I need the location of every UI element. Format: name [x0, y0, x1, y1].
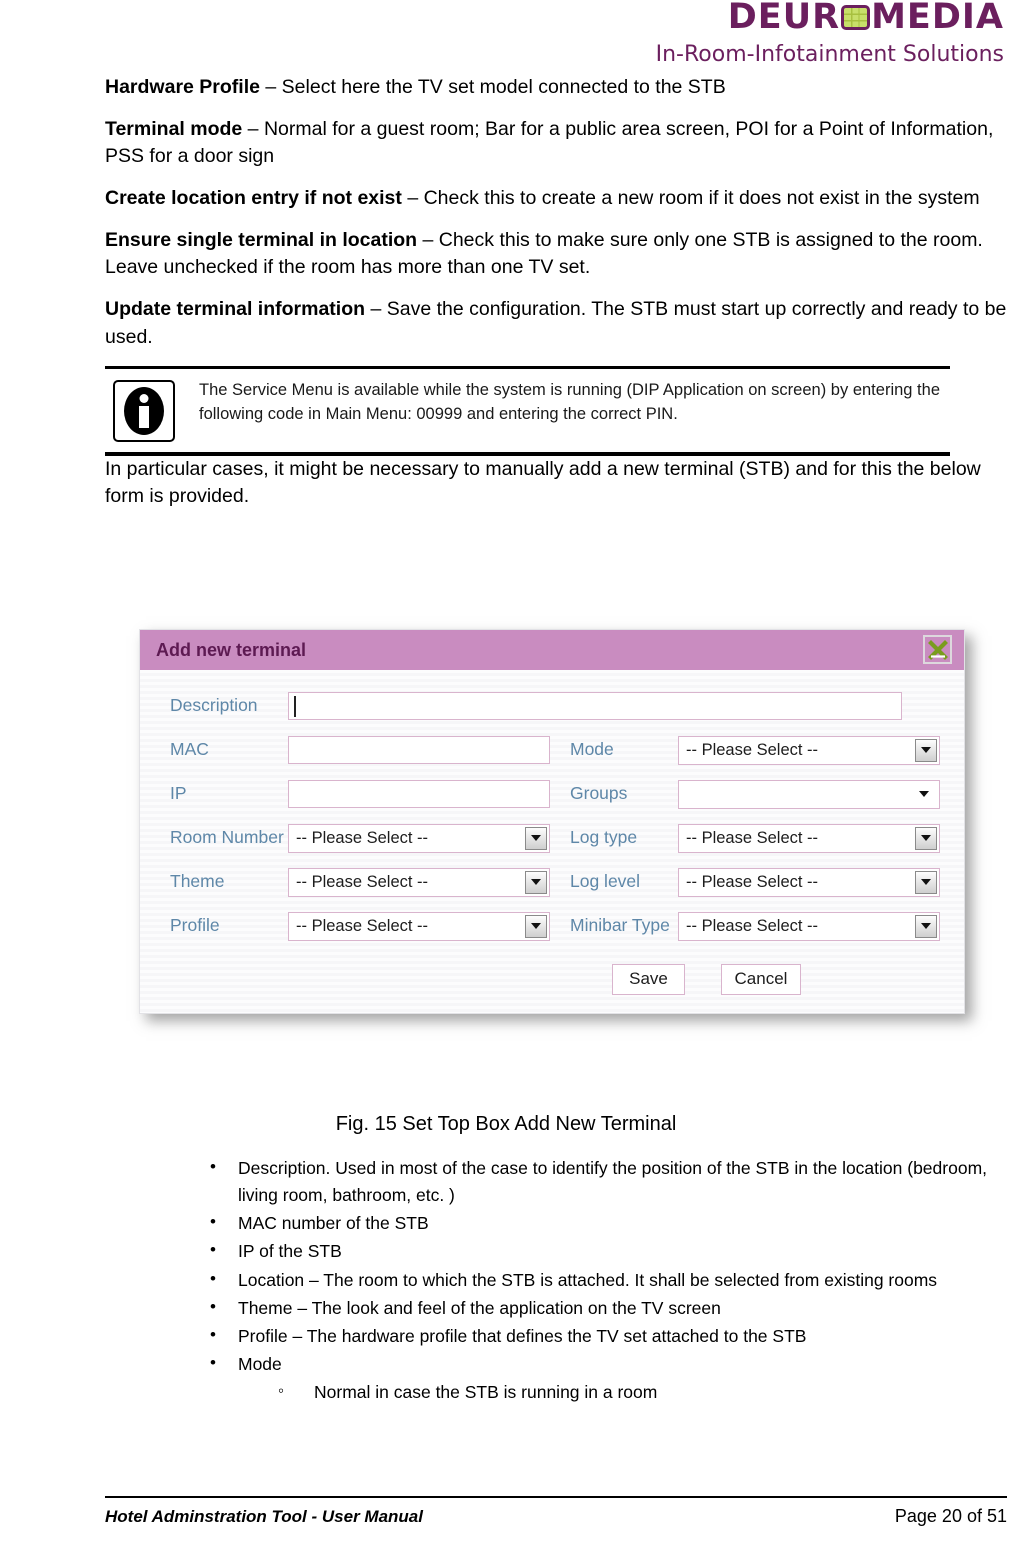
logo-tagline: In-Room-Infotainment Solutions	[655, 42, 1004, 67]
paragraph-update-terminal-info: Update terminal information – Save the c…	[105, 296, 1010, 351]
chevron-down-icon[interactable]	[915, 914, 937, 938]
profile-select-value: -- Please Select --	[296, 916, 429, 935]
label-description: Description	[170, 695, 258, 716]
chevron-down-icon[interactable]	[525, 826, 547, 850]
page-header: DEUR MEDIA In-Room-Infotainment Solutions	[0, 0, 1012, 66]
add-new-terminal-dialog: Add new terminal Description MAC Mode --…	[139, 629, 965, 1014]
list-item: Theme – The look and feel of the applica…	[196, 1294, 1008, 1322]
description-input[interactable]	[288, 692, 902, 720]
profile-select[interactable]: -- Please Select --	[288, 911, 550, 941]
label-theme: Theme	[170, 871, 225, 892]
paragraph-intro-add-terminal: In particular cases, it might be necessa…	[105, 457, 981, 508]
term-update-terminal-info: Update terminal information	[105, 298, 366, 321]
info-callout-text: The Service Menu is available while the …	[199, 380, 940, 424]
desc-hardware-profile: – Select here the TV set model connected…	[259, 76, 726, 98]
label-room-number: Room Number	[170, 827, 284, 848]
label-profile: Profile	[170, 915, 220, 936]
footer-page-number: Page 20 of 51	[894, 1506, 1007, 1526]
mode-select-value: -- Please Select --	[686, 740, 819, 759]
ip-input[interactable]	[288, 780, 550, 808]
logo-text-before: DEUR	[727, 0, 841, 37]
theme-select-value: -- Please Select --	[296, 872, 429, 891]
label-mac: MAC	[170, 739, 209, 760]
label-minibar-type: Minibar Type	[570, 915, 670, 936]
dialog-button-row: Save Cancel	[612, 964, 964, 995]
mac-input[interactable]	[288, 736, 550, 764]
log-level-select[interactable]: -- Please Select --	[678, 867, 940, 897]
list-item: Mode	[196, 1350, 1008, 1378]
desc-create-location-entry: – Check this to create a new room if it …	[401, 187, 980, 210]
dialog-title-bar: Add new terminal	[140, 630, 964, 670]
info-callout: The Service Menu is available while the …	[105, 365, 950, 456]
groups-select[interactable]	[678, 779, 940, 809]
list-item: Description. Used in most of the case to…	[196, 1154, 1008, 1209]
form-row-profile-minibar: Profile -- Please Select -- Minibar Type…	[140, 904, 964, 948]
term-create-location-entry: Create location entry if not exist	[105, 187, 402, 210]
chevron-down-icon[interactable]	[525, 870, 547, 894]
mode-select[interactable]: -- Please Select --	[678, 735, 940, 765]
figure-caption: Fig. 15 Set Top Box Add New Terminal	[335, 1113, 677, 1135]
label-mode: Mode	[570, 739, 614, 760]
chevron-down-icon[interactable]	[525, 914, 547, 938]
label-ip: IP	[170, 783, 187, 804]
minibar-type-select[interactable]: -- Please Select --	[678, 911, 940, 941]
form-row-mac-mode: MAC Mode -- Please Select --	[140, 728, 964, 772]
log-level-select-value: -- Please Select --	[686, 872, 819, 891]
form-row-ip-groups: IP Groups	[140, 772, 964, 816]
chevron-down-icon[interactable]	[915, 826, 937, 850]
label-log-level: Log level	[570, 871, 641, 892]
log-type-select-value: -- Please Select --	[686, 828, 819, 847]
tv-grid-icon	[841, 5, 871, 30]
text-caret	[294, 696, 296, 717]
information-icon	[113, 379, 175, 442]
document-body: Hardware Profile – Select here the TV se…	[105, 74, 1010, 525]
close-x-icon[interactable]	[923, 635, 952, 664]
paragraph-ensure-single-terminal: Ensure single terminal in location – Che…	[105, 227, 1010, 282]
sub-list-item: Normal in case the STB is running in a r…	[196, 1378, 1008, 1406]
theme-select[interactable]: -- Please Select --	[288, 867, 550, 897]
log-type-select[interactable]: -- Please Select --	[678, 823, 940, 853]
term-ensure-single-terminal: Ensure single terminal in location	[105, 228, 418, 251]
logo-wordmark: DEUR MEDIA	[656, 0, 1004, 38]
chevron-down-icon[interactable]	[915, 870, 937, 894]
paragraph-create-location-entry: Create location entry if not exist – Che…	[105, 185, 1010, 213]
chevron-down-icon[interactable]	[915, 738, 937, 762]
term-terminal-mode: Terminal mode	[105, 117, 243, 140]
chevron-down-icon[interactable]	[919, 791, 929, 797]
feature-bullet-list: Description. Used in most of the case to…	[196, 1154, 1008, 1406]
dialog-title: Add new terminal	[156, 639, 307, 660]
cancel-button[interactable]: Cancel	[721, 964, 801, 995]
form-row-room-logtype: Room Number -- Please Select -- Log type…	[140, 816, 964, 860]
term-hardware-profile: Hardware Profile	[105, 76, 260, 98]
form-row-theme-loglevel: Theme -- Please Select -- Log level -- P…	[140, 860, 964, 904]
dialog-body: Description MAC Mode -- Please Select --…	[140, 670, 964, 1013]
paragraph-terminal-mode: Terminal mode – Normal for a guest room;…	[105, 116, 1010, 171]
form-row-description: Description	[140, 684, 964, 728]
paragraph-hardware-profile: Hardware Profile – Select here the TV se…	[105, 74, 1010, 102]
footer-document-title: Hotel Adminstration Tool - User Manual	[105, 1507, 423, 1526]
room-number-select[interactable]: -- Please Select --	[288, 823, 550, 853]
save-button[interactable]: Save	[612, 964, 685, 995]
figure-add-new-terminal: Add new terminal Description MAC Mode --…	[139, 629, 971, 1014]
minibar-type-select-value: -- Please Select --	[686, 916, 819, 935]
list-item: MAC number of the STB	[196, 1209, 1008, 1237]
list-item: Profile – The hardware profile that defi…	[196, 1322, 1008, 1350]
deuromedia-logo: DEUR MEDIA In-Room-Infotainment Solutions	[656, 0, 1004, 66]
label-groups: Groups	[570, 783, 628, 804]
label-log-type: Log type	[570, 827, 638, 848]
room-number-select-value: -- Please Select --	[296, 828, 429, 847]
logo-text-after: MEDIA	[871, 0, 1004, 37]
page-footer: Hotel Adminstration Tool - User Manual P…	[105, 1496, 1007, 1527]
list-item: IP of the STB	[196, 1237, 1008, 1265]
list-item: Location – The room to which the STB is …	[196, 1265, 1008, 1294]
